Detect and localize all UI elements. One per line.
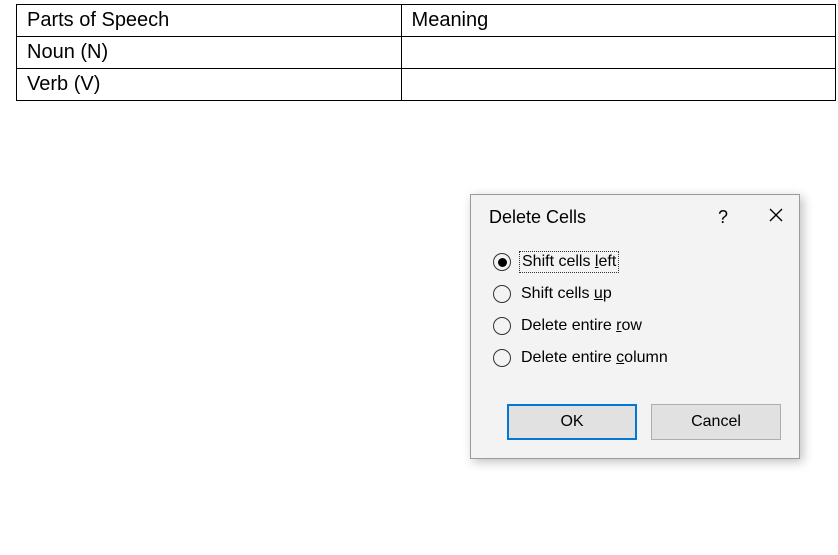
table-cell[interactable]: Verb (V)	[17, 69, 402, 101]
table-row: Verb (V)	[17, 69, 836, 101]
radio-label: Shift cells up	[521, 285, 612, 303]
cancel-button[interactable]: Cancel	[651, 404, 781, 440]
delete-cells-dialog: Delete Cells ? Shift cells left Shift ce…	[470, 194, 800, 459]
document-table[interactable]: Parts of Speech Meaning Noun (N) Verb (V…	[16, 4, 836, 101]
table-header-cell[interactable]: Meaning	[401, 5, 835, 37]
table-cell[interactable]	[401, 69, 835, 101]
radio-icon	[493, 317, 511, 335]
radio-icon	[493, 349, 511, 367]
radio-delete-entire-column[interactable]: Delete entire column	[493, 342, 781, 374]
table-cell[interactable]: Noun (N)	[17, 37, 402, 69]
radio-shift-cells-up[interactable]: Shift cells up	[493, 278, 781, 310]
table-row: Noun (N)	[17, 37, 836, 69]
radio-icon	[493, 285, 511, 303]
close-button[interactable]	[743, 208, 783, 227]
radio-icon	[493, 253, 511, 271]
dialog-body: Shift cells left Shift cells up Delete e…	[471, 238, 799, 390]
table-cell[interactable]	[401, 37, 835, 69]
radio-label: Delete entire row	[521, 317, 642, 335]
close-icon	[769, 208, 783, 222]
dialog-buttons: OK Cancel	[471, 390, 799, 458]
dialog-titlebar: Delete Cells ?	[471, 195, 799, 238]
ok-button[interactable]: OK	[507, 404, 637, 440]
help-button[interactable]: ?	[703, 207, 743, 228]
radio-shift-cells-left[interactable]: Shift cells left	[493, 246, 781, 278]
radio-label: Shift cells left	[521, 253, 617, 271]
table-header-row: Parts of Speech Meaning	[17, 5, 836, 37]
dialog-title: Delete Cells	[489, 207, 703, 228]
radio-label: Delete entire column	[521, 349, 668, 367]
table-header-cell[interactable]: Parts of Speech	[17, 5, 402, 37]
radio-delete-entire-row[interactable]: Delete entire row	[493, 310, 781, 342]
